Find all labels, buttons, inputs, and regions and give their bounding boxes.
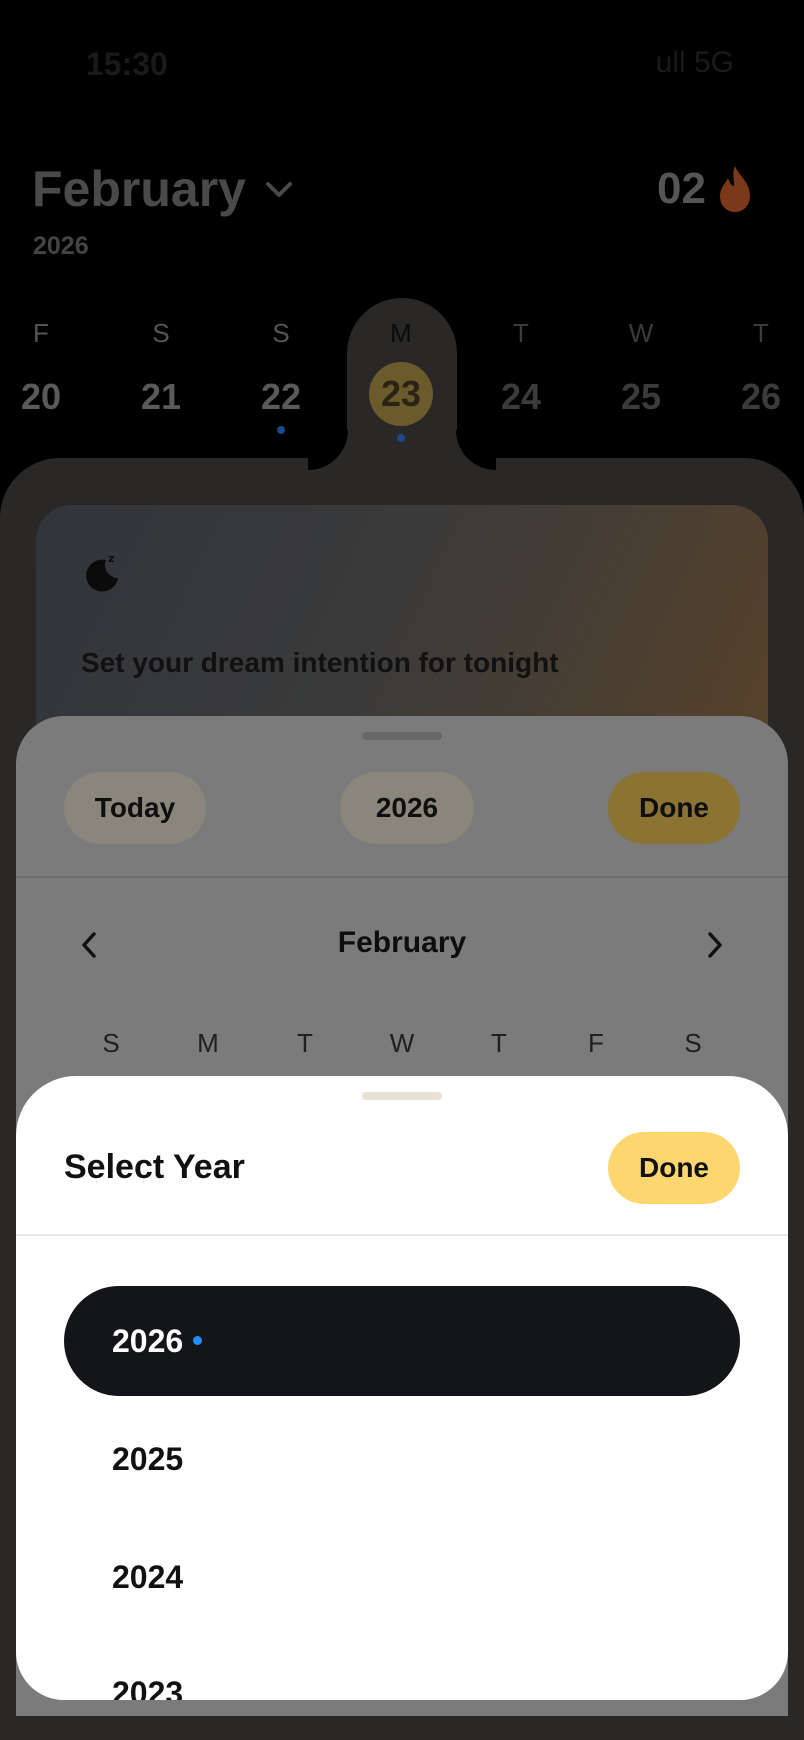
streak-count: 02 — [657, 164, 706, 213]
month-selector[interactable]: February — [32, 160, 294, 218]
weekday-letter: W — [628, 318, 654, 348]
weekday-letter: S — [272, 318, 290, 348]
weekday-label: W — [389, 1028, 415, 1058]
weekday-letter: T — [513, 318, 529, 348]
day-number: 25 — [620, 376, 662, 417]
picker-month-title: February — [337, 926, 467, 959]
week-strip: F 20 S 21 S 22 M 23 T 24 W 25 T 26 — [0, 318, 804, 442]
week-day-26[interactable]: T 26 — [716, 318, 804, 418]
chevron-down-icon — [265, 182, 292, 197]
day-number: 21 — [140, 376, 182, 417]
moon-sleep-icon: z — [86, 552, 118, 592]
weekday-label: T — [297, 1028, 313, 1058]
weekday-label: M — [197, 1028, 219, 1058]
weekday-label: T — [491, 1028, 507, 1058]
svg-text:z: z — [108, 552, 114, 565]
year-option-label: 2026 — [112, 1323, 184, 1359]
entry-dot — [397, 434, 405, 442]
week-day-24[interactable]: T 24 — [476, 318, 566, 418]
weekday-header: S M T W T F S — [16, 1028, 788, 1068]
divider — [16, 876, 788, 878]
weekday-label: S — [684, 1028, 702, 1058]
week-day-25[interactable]: W 25 — [596, 318, 686, 418]
year-done-button[interactable]: Done — [608, 1132, 740, 1204]
flame-icon — [720, 166, 750, 212]
weekday-letter: M — [390, 318, 412, 348]
year-option[interactable]: 2025 — [64, 1404, 740, 1514]
sheet-handle[interactable] — [362, 732, 442, 740]
sheet-handle[interactable] — [362, 1092, 442, 1100]
status-indicators: ull 5G — [655, 46, 734, 79]
day-number: 26 — [740, 376, 782, 417]
year-option-label: 2024 — [112, 1559, 184, 1595]
week-day-23[interactable]: M 23 — [356, 318, 446, 442]
day-number: 22 — [260, 376, 302, 417]
year-button[interactable]: 2026 — [340, 772, 474, 844]
year-option-label: 2023 — [112, 1675, 184, 1700]
status-time: 15:30 — [86, 46, 168, 82]
day-number: 20 — [20, 376, 62, 417]
weekday-letter: T — [753, 318, 769, 348]
chevron-right-icon[interactable] — [700, 928, 730, 962]
date-done-button[interactable]: Done — [608, 772, 740, 844]
today-button[interactable]: Today — [64, 772, 206, 844]
weekday-letter: S — [152, 318, 170, 348]
day-number: 24 — [500, 376, 542, 417]
weekday-letter: F — [33, 318, 49, 348]
streak-counter[interactable]: 02 — [657, 164, 756, 214]
month-title: February — [32, 161, 246, 217]
intention-prompt: Set your dream intention for tonight — [81, 647, 559, 678]
month-navigation: February — [16, 916, 788, 976]
sheet-title: Select Year — [64, 1148, 245, 1186]
divider — [16, 1234, 788, 1236]
weekday-label: S — [102, 1028, 120, 1058]
week-day-22[interactable]: S 22 — [236, 318, 326, 434]
year-subtitle: 2026 — [33, 232, 89, 260]
year-option[interactable]: 2023 — [64, 1638, 740, 1700]
year-option[interactable]: 2024 — [64, 1522, 740, 1632]
week-day-21[interactable]: S 21 — [116, 318, 206, 418]
year-option-label: 2025 — [112, 1441, 184, 1477]
day-number-selected: 23 — [369, 362, 433, 426]
select-year-sheet: Select Year Done 2026 2025 2024 2023 — [16, 1076, 788, 1700]
current-year-dot — [193, 1336, 203, 1346]
year-option-selected[interactable]: 2026 — [64, 1286, 740, 1396]
week-day-20[interactable]: F 20 — [0, 318, 86, 418]
status-bar: 15:30 ull 5G — [0, 0, 804, 120]
entry-dot — [277, 426, 285, 434]
weekday-label: F — [588, 1028, 604, 1058]
